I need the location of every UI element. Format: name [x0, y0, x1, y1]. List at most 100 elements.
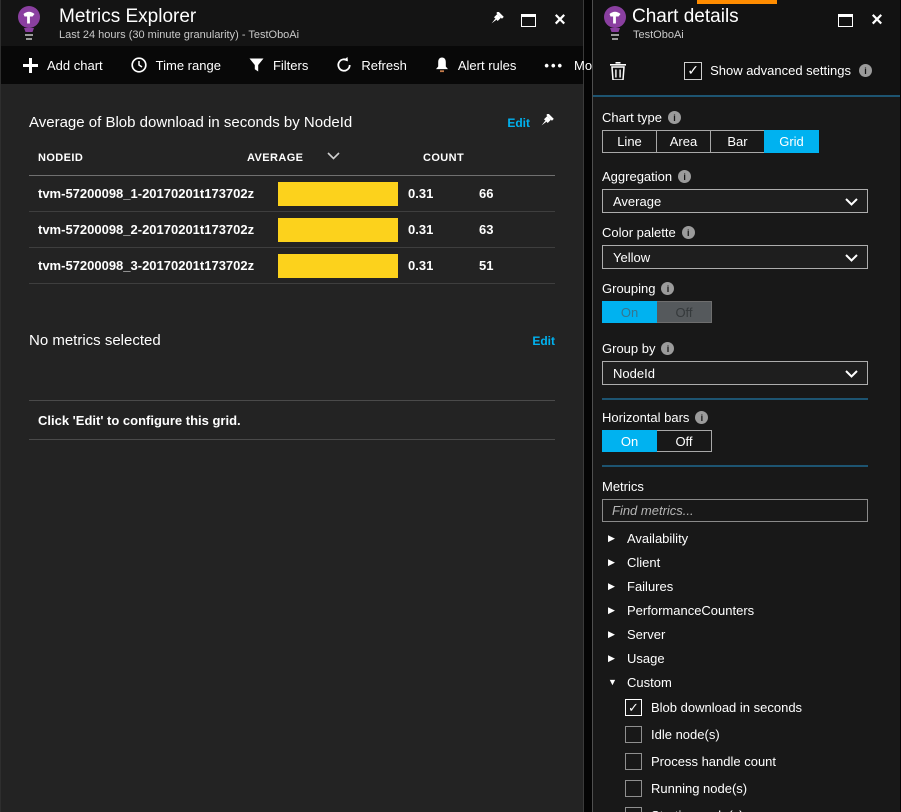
metric-idle-nodes[interactable]: Idle node(s) [602, 721, 868, 748]
horizontal-bars-on-button[interactable]: On [602, 430, 657, 452]
color-palette-value: Yellow [613, 250, 650, 265]
chevron-right-icon: ▶ [602, 605, 627, 616]
funnel-icon [249, 58, 264, 72]
sort-descending-icon[interactable] [327, 152, 340, 160]
tree-item-failures[interactable]: ▶ Failures [602, 574, 868, 598]
chart-details-toolbar: ✓ Show advanced settings i [593, 46, 900, 97]
chart-details-blade: Chart details TestOboAi × ✓ Show advance… [592, 0, 900, 812]
maximize-icon[interactable] [836, 11, 854, 29]
info-icon[interactable]: i [661, 282, 674, 295]
checkbox-icon [625, 807, 642, 812]
find-metrics-input[interactable] [602, 499, 868, 522]
metrics-grid: NODEID AVERAGE COUNT tvm-57200098_1-2017… [29, 142, 555, 284]
tree-item-custom[interactable]: ▼ Custom [602, 670, 868, 694]
group-by-dropdown[interactable]: NodeId [602, 361, 868, 385]
tree-item-performancecounters[interactable]: ▶ PerformanceCounters [602, 598, 868, 622]
chart-type-label: Chart type [602, 110, 662, 125]
horizontal-bars-toggle: On Off [602, 430, 868, 452]
refresh-label: Refresh [361, 58, 407, 73]
grouping-on-button[interactable]: On [602, 301, 657, 323]
info-icon[interactable]: i [695, 411, 708, 424]
refresh-button[interactable]: Refresh [336, 57, 407, 73]
grouping-label: Grouping [602, 281, 655, 296]
page-subtitle: Last 24 hours (30 minute granularity) - … [59, 29, 299, 41]
chevron-down-icon: ▼ [602, 677, 627, 687]
row-average-bar [278, 254, 398, 278]
grouping-off-button[interactable]: Off [657, 301, 712, 323]
chevron-right-icon: ▶ [602, 533, 627, 544]
row-average-value: 0.31 [408, 258, 433, 273]
tree-item-client[interactable]: ▶ Client [602, 550, 868, 574]
section-divider [602, 398, 868, 400]
aggregation-label: Aggregation [602, 169, 672, 184]
checkbox-checked-icon: ✓ [625, 699, 642, 716]
horizontal-bars-off-button[interactable]: Off [657, 430, 712, 452]
checkbox-icon [625, 780, 642, 797]
close-icon[interactable]: × [868, 11, 886, 29]
chart-edit-link[interactable]: Edit [507, 116, 530, 130]
chart-details-header: Chart details TestOboAi × [593, 0, 900, 46]
column-header-count[interactable]: COUNT [423, 152, 464, 164]
info-icon[interactable]: i [682, 226, 695, 239]
time-range-button[interactable]: Time range [131, 57, 221, 73]
metric-running-nodes[interactable]: Running node(s) [602, 775, 868, 802]
info-icon[interactable]: i [668, 111, 681, 124]
color-palette-dropdown[interactable]: Yellow [602, 245, 868, 269]
time-range-label: Time range [156, 58, 221, 73]
column-header-nodeid[interactable]: NODEID [38, 152, 83, 164]
ellipsis-icon: ••• [544, 58, 564, 73]
checkbox-icon [625, 726, 642, 743]
metric-blob-download[interactable]: ✓ Blob download in seconds [602, 694, 868, 721]
delete-chart-icon[interactable] [610, 62, 626, 80]
close-icon[interactable]: × [551, 11, 569, 29]
pin-chart-icon[interactable] [538, 114, 555, 131]
chevron-down-icon [845, 254, 858, 262]
row-count-value: 63 [479, 222, 493, 237]
plus-icon [23, 58, 38, 73]
chart-type-bar[interactable]: Bar [710, 130, 765, 153]
column-header-average[interactable]: AVERAGE [247, 152, 303, 164]
grouping-toggle: On Off [602, 301, 868, 323]
chart-type-line[interactable]: Line [602, 130, 657, 153]
add-chart-button[interactable]: Add chart [23, 58, 103, 73]
alert-rules-label: Alert rules [458, 58, 517, 73]
configure-grid-note: Click 'Edit' to configure this grid. [38, 413, 555, 428]
grid-chart-title: Average of Blob download in seconds by N… [29, 114, 507, 131]
chart-type-grid[interactable]: Grid [764, 130, 819, 153]
metrics-explorer-content: Average of Blob download in seconds by N… [1, 84, 583, 812]
metric-process-handle-count[interactable]: Process handle count [602, 748, 868, 775]
tree-item-server[interactable]: ▶ Server [602, 622, 868, 646]
advanced-settings-checkbox[interactable]: ✓ [684, 62, 702, 80]
color-palette-label: Color palette [602, 225, 676, 240]
info-icon[interactable]: i [661, 342, 674, 355]
table-row: tvm-57200098_1-20170201t173702z 0.31 66 [29, 176, 555, 212]
tree-item-availability[interactable]: ▶ Availability [602, 526, 868, 550]
alert-rules-button[interactable]: Alert rules [435, 57, 517, 73]
info-icon[interactable]: i [678, 170, 691, 183]
table-row: tvm-57200098_2-20170201t173702z 0.31 63 [29, 212, 555, 248]
row-nodeid: tvm-57200098_1-20170201t173702z [38, 186, 254, 201]
filters-button[interactable]: Filters [249, 58, 308, 73]
advanced-settings-label: Show advanced settings [710, 63, 851, 78]
chevron-right-icon: ▶ [602, 557, 627, 568]
blade-subtitle: TestOboAi [633, 29, 684, 41]
aggregation-value: Average [613, 194, 661, 209]
application-insights-icon [15, 5, 45, 43]
application-insights-icon [601, 5, 631, 43]
page-title: Metrics Explorer [59, 6, 196, 28]
metrics-section-label: Metrics [602, 479, 868, 494]
metric-starting-nodes[interactable]: Starting node(s) [602, 802, 868, 812]
info-icon[interactable]: i [859, 64, 872, 77]
bell-icon [435, 57, 449, 73]
aggregation-dropdown[interactable]: Average [602, 189, 868, 213]
empty-edit-link[interactable]: Edit [532, 334, 555, 348]
chart-type-area[interactable]: Area [656, 130, 711, 153]
pin-blade-icon[interactable] [487, 11, 505, 29]
maximize-icon[interactable] [519, 11, 537, 29]
clock-icon [131, 57, 147, 73]
row-average-value: 0.31 [408, 186, 433, 201]
metrics-explorer-header: Metrics Explorer Last 24 hours (30 minut… [1, 0, 583, 46]
command-bar: Add chart Time range Filters Refresh Ale… [1, 46, 583, 84]
divider [29, 439, 555, 440]
tree-item-usage[interactable]: ▶ Usage [602, 646, 868, 670]
